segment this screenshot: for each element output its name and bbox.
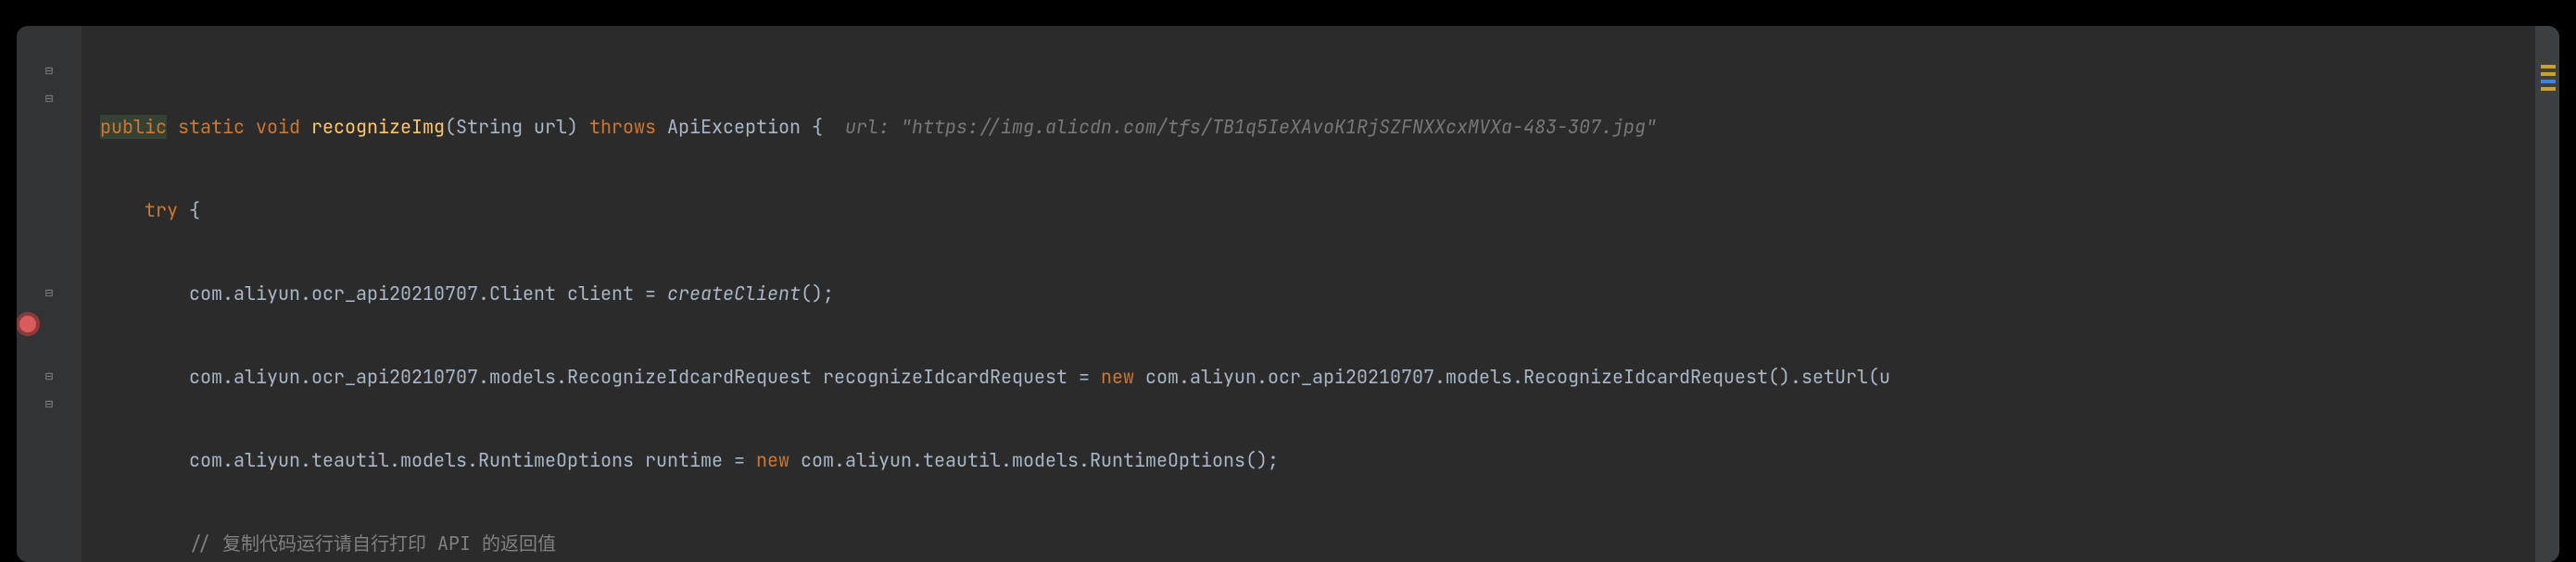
code-line[interactable]: com.aliyun.ocr_api20210707.Client client… [82, 280, 2532, 307]
fold-toggle[interactable]: ⊟ [17, 391, 82, 418]
code-line[interactable]: // 复制代码运行请自行打印 API 的返回值 [82, 530, 2532, 557]
stripe-mark[interactable] [2541, 72, 2556, 76]
keyword-new: new [756, 448, 789, 472]
gutter-row [17, 169, 82, 196]
code-line[interactable]: com.aliyun.teautil.models.RuntimeOptions… [82, 446, 2532, 474]
gutter-row [17, 224, 82, 252]
stripe-mark[interactable] [2541, 80, 2556, 83]
breakpoint-icon[interactable] [17, 312, 40, 336]
error-stripe[interactable] [2535, 26, 2559, 562]
gutter-row [17, 307, 82, 335]
code-area[interactable]: public static void recognizeImg(String u… [82, 26, 2532, 562]
keyword-void: void [256, 115, 300, 139]
gutter-row [17, 335, 82, 363]
inlay-hint: url: "https://img.alicdn.com/tfs/TB1q5Ie… [823, 115, 1657, 139]
keyword-new: new [1101, 365, 1134, 389]
gutter-row [17, 252, 82, 280]
stripe-mark[interactable] [2541, 87, 2556, 91]
comment: // 复制代码运行请自行打印 API 的返回值 [189, 531, 556, 556]
stripe-mark[interactable] [2541, 65, 2556, 69]
gutter-row [17, 141, 82, 169]
editor-window: ⊟ ⊟ ⊟ ⊟ ⊟ public static void recognizeIm… [17, 26, 2559, 562]
fold-toggle[interactable]: ⊟ [17, 363, 82, 391]
method-name: recognizeImg [311, 115, 445, 139]
code-line[interactable]: com.aliyun.ocr_api20210707.models.Recogn… [82, 363, 2532, 391]
fold-toggle[interactable]: ⊟ [17, 57, 82, 85]
code-line[interactable]: try { [82, 196, 2532, 224]
gutter-row [17, 113, 82, 141]
method-call: createClient [667, 281, 801, 306]
fold-toggle[interactable]: ⊟ [17, 280, 82, 307]
code-line[interactable]: public static void recognizeImg(String u… [82, 113, 2532, 141]
keyword-public: public [100, 115, 167, 139]
gutter: ⊟ ⊟ ⊟ ⊟ ⊟ [17, 26, 82, 562]
keyword-throws: throws [589, 115, 656, 139]
keyword-try: try [145, 198, 178, 222]
gutter-row [17, 196, 82, 224]
fold-toggle[interactable]: ⊟ [17, 85, 82, 113]
keyword-static: static [178, 115, 245, 139]
